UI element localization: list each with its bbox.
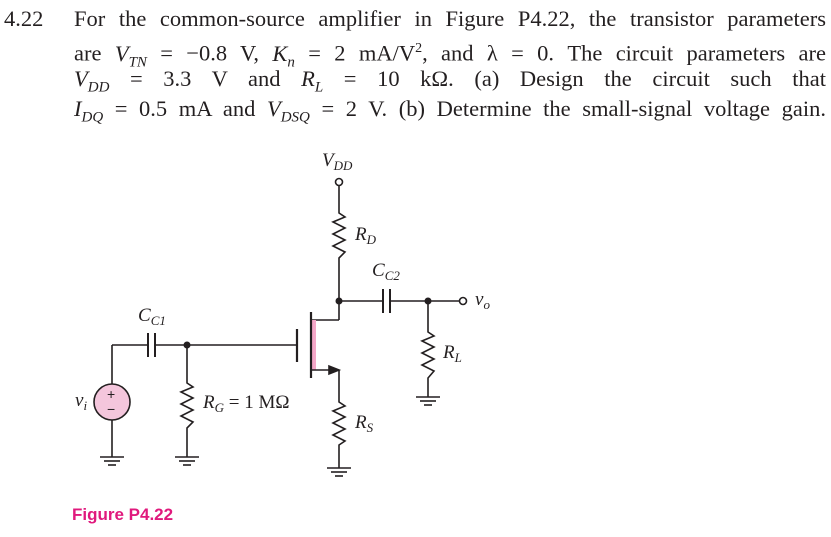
svg-text:−: − xyxy=(107,401,115,417)
svg-text:+: + xyxy=(107,386,115,402)
vo-terminal xyxy=(458,296,468,306)
svg-text:RD: RD xyxy=(354,224,377,247)
svg-text:VDD: VDD xyxy=(322,150,353,173)
vdd-terminal xyxy=(334,177,344,187)
svg-text:CC2: CC2 xyxy=(372,260,400,283)
svg-text:vo: vo xyxy=(475,289,490,312)
circuit-diagram: VDD RD CC2 vo CC1 RL vi RG = 1 MΩ RS + − xyxy=(75,150,490,477)
resistor-rg xyxy=(179,345,195,457)
figure-caption: Figure P4.22 xyxy=(72,505,174,524)
svg-text:RS: RS xyxy=(354,412,374,435)
resistor-rd xyxy=(331,186,347,301)
svg-text:CC1: CC1 xyxy=(138,305,166,328)
svg-text:vi: vi xyxy=(75,390,87,413)
svg-text:RG = 1 MΩ: RG = 1 MΩ xyxy=(202,392,289,415)
arrow-icon xyxy=(328,364,342,376)
svg-text:RL: RL xyxy=(442,342,462,365)
resistor-rl xyxy=(420,301,436,397)
resistor-rs xyxy=(331,370,347,468)
ground-icon xyxy=(416,396,440,406)
